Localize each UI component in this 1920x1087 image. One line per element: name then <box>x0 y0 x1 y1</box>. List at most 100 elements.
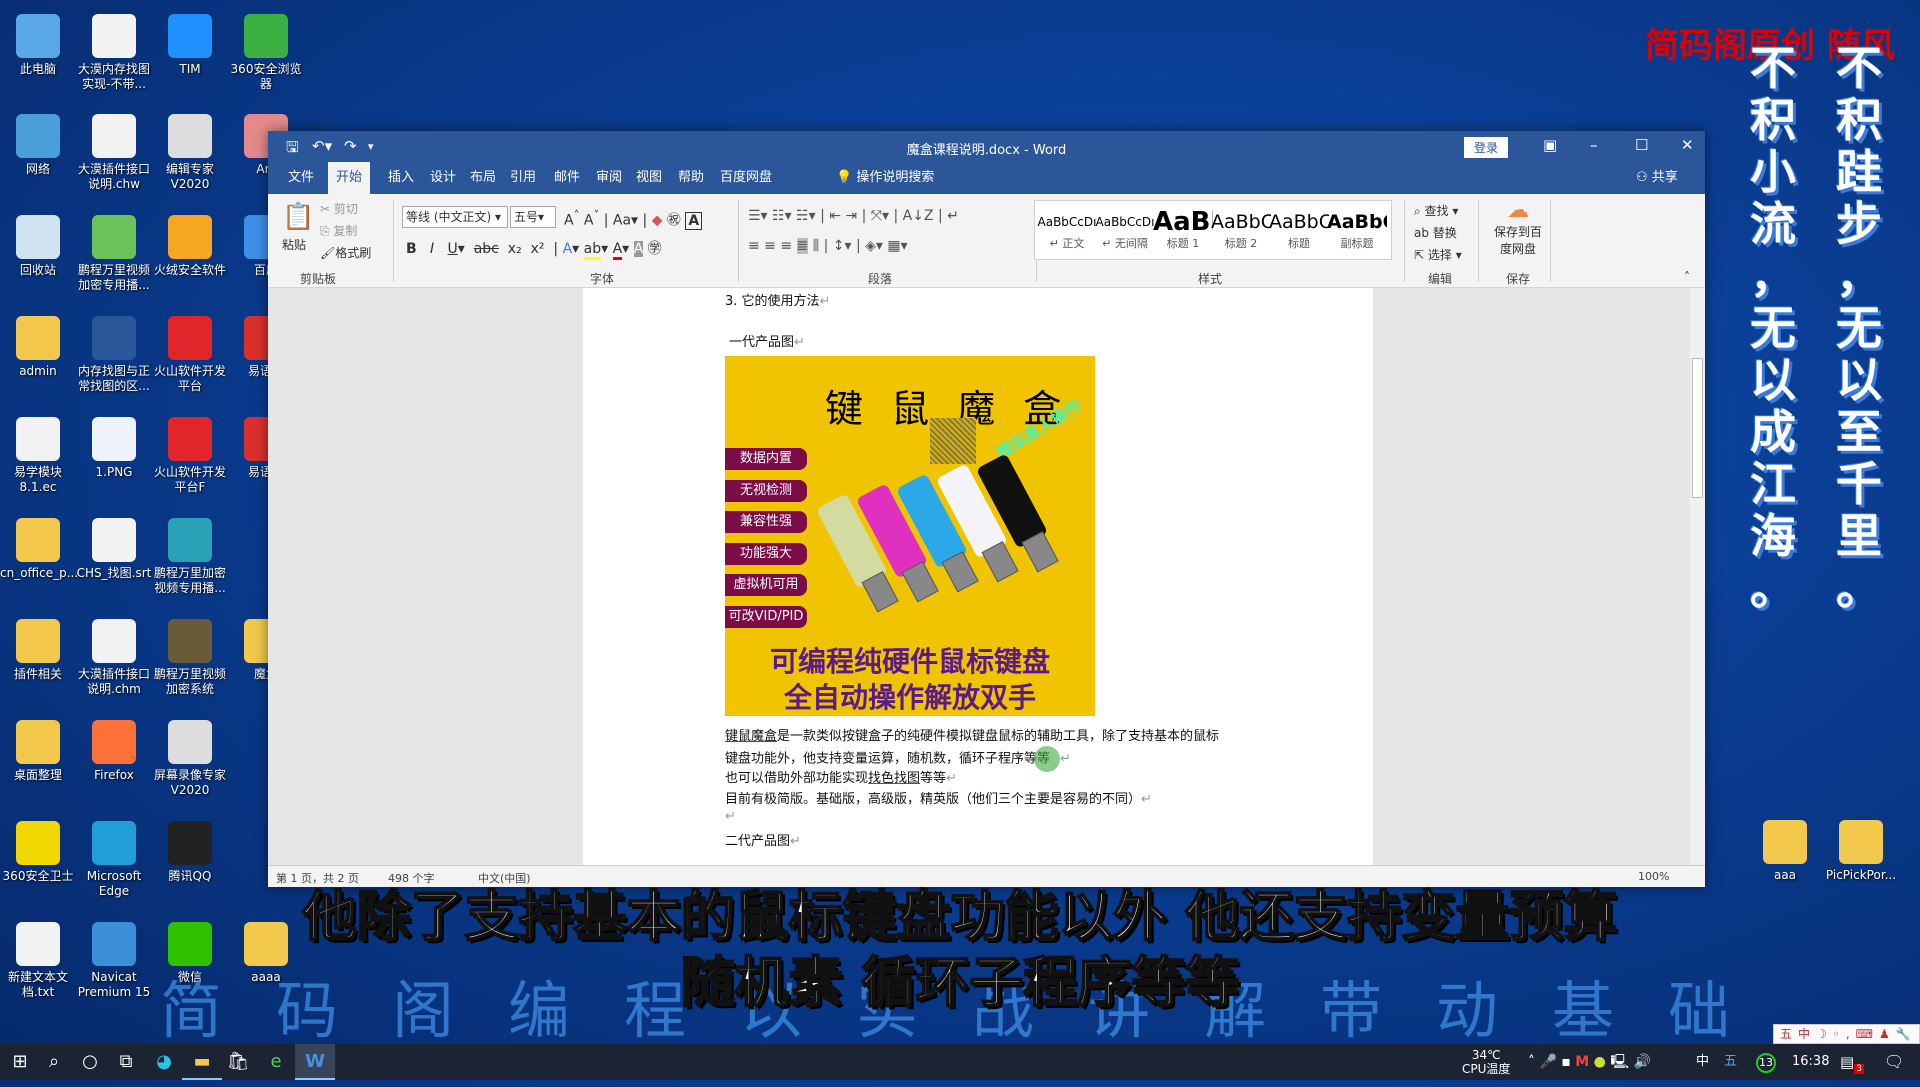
find-color-link[interactable]: 找色找图 <box>868 771 920 786</box>
tab-5[interactable]: 引用 <box>502 162 544 194</box>
font-format-buttons[interactable]: B I U▾ abc x₂ x² | A▾ ab▾ A▾ A ㊫ <box>406 238 662 260</box>
cortana-icon[interactable]: ○ <box>70 1044 110 1080</box>
tab-0[interactable]: 文件 <box>280 162 322 194</box>
tray-icons[interactable]: ˄ 🎤 ▪ M ● 🖳 🔊 <box>1528 1044 1651 1080</box>
app-icon <box>16 417 60 461</box>
vertical-scrollbar[interactable] <box>1690 288 1705 865</box>
tab-7[interactable]: 审阅 <box>588 162 630 194</box>
document-page[interactable]: 3. 它的使用方法↵ 一代产品图↵ 键 鼠 魔 盒 数据内置 无视检测 兼容性强 功能… <box>583 288 1373 865</box>
app-icon <box>92 316 136 360</box>
app-icon <box>244 14 288 58</box>
task-view-icon[interactable]: ⧉ <box>106 1044 146 1080</box>
search-icon[interactable]: ⌕ <box>34 1044 74 1080</box>
format-painter-button[interactable]: 🖌格式刷 <box>320 244 371 261</box>
file-explorer-icon[interactable]: ▬ <box>182 1044 222 1080</box>
poem-char: 不 <box>1750 41 1796 95</box>
desktop-icon[interactable]: 大漠插件接口说明.chm <box>76 619 152 697</box>
desktop-icon-label: 鹏程万里视频加密专用播... <box>77 263 150 292</box>
styles-gallery[interactable]: AaBbCcDı ↵ 正文 AaBbCcDı ↵ 无间隔 AaBl 标题 1 AaBbC 标题… <box>1034 200 1392 260</box>
replace-button[interactable]: ab 替换 <box>1414 224 1457 241</box>
desktop-icon[interactable]: 360安全浏览器 <box>228 14 304 92</box>
tab-10[interactable]: 百度网盘 <box>712 162 780 194</box>
clock[interactable]: 16:38 <box>1792 1044 1829 1080</box>
style-item[interactable]: AaBbC 标题 <box>1269 201 1329 259</box>
app-icon <box>168 417 212 461</box>
desktop-icon[interactable]: 火山软件开发平台 <box>152 316 228 394</box>
paragraph-mark: ↵ <box>1141 792 1152 807</box>
desktop-icon-label: 内存找图与正常找图的区... <box>77 364 150 393</box>
collapse-ribbon-icon[interactable]: ˄ <box>1684 270 1690 284</box>
style-name: ↵ 正文 <box>1049 237 1085 250</box>
ime-wubi[interactable]: 五 <box>1724 1044 1737 1080</box>
tab-2[interactable]: 插入 <box>380 162 422 194</box>
font-tools[interactable]: A˄ A˅ | Aa▾ | ◆ ㊗ A <box>564 208 703 230</box>
select-button[interactable]: ⇱ 选择 ▾ <box>1414 246 1462 263</box>
alignment-buttons[interactable]: ≡ ≡ ≡ ≣ ⫼ | ↕▾ | ◈▾ ▦▾ <box>748 238 908 254</box>
desktop-icon[interactable]: 1.PNG <box>76 417 152 480</box>
desktop-icon[interactable]: 鹏程万里视频加密专用播... <box>76 215 152 293</box>
store-icon[interactable]: 🛍 <box>218 1044 258 1080</box>
tab-4[interactable]: 布局 <box>462 162 504 194</box>
desktop-icon[interactable]: 内存找图与正常找图的区... <box>76 316 152 394</box>
desktop-icon[interactable]: 大漠内存找图实现-不带... <box>76 14 152 92</box>
share-button[interactable]: ⚇ 共享 <box>1628 162 1686 194</box>
ime-toolbar[interactable]: 五中☽◦,⌨♟🔧 <box>1773 1024 1920 1044</box>
style-item[interactable]: AaBbC 副标题 <box>1327 201 1387 259</box>
paste-icon[interactable]: 📋 <box>282 202 314 232</box>
desktop-icon[interactable]: Firefox <box>76 720 152 783</box>
tell-me-search[interactable]: 💡 操作说明搜索 <box>828 162 942 194</box>
style-item[interactable]: AaBl 标题 1 <box>1153 201 1213 259</box>
scrollbar-thumb[interactable] <box>1692 358 1703 498</box>
ime-language[interactable]: 中 <box>1696 1044 1709 1080</box>
desktop-icon[interactable]: 编辑专家V2020 <box>152 114 228 192</box>
font-size-select[interactable]: 五号▾ <box>510 206 556 228</box>
style-item[interactable]: AaBbCcDı ↵ 正文 <box>1037 201 1097 259</box>
copy-label: 复制 <box>333 224 358 238</box>
desktop-icon[interactable]: TIM <box>152 14 228 77</box>
desktop-icon[interactable]: cn_office_p... <box>0 518 78 581</box>
product-image[interactable]: 键 鼠 魔 盒 数据内置 无视检测 兼容性强 功能强大 虚拟机可用 可改VID/PID 模… <box>725 356 1095 716</box>
desktop-icon[interactable]: 桌面整理 <box>0 720 76 783</box>
desktop-icon[interactable]: 鹏程万里视频加密系统 <box>152 619 228 697</box>
tab-9[interactable]: 帮助 <box>670 162 712 194</box>
action-center-icon[interactable]: 🗨 <box>1884 1044 1904 1080</box>
close-button[interactable]: ✕ <box>1681 136 1694 154</box>
security-badge[interactable]: 13 <box>1756 1053 1776 1073</box>
desktop-icon[interactable]: 屏幕录像专家V2020 <box>152 720 228 798</box>
desktop-icon[interactable]: 易学模块8.1.ec <box>0 417 76 495</box>
desktop-icon[interactable]: 回收站 <box>0 215 76 278</box>
desktop-icon[interactable]: 鹏程万里加密视频专用播... <box>152 518 228 596</box>
style-item[interactable]: AaBbCcDı ↵ 无间隔 <box>1095 201 1155 259</box>
ribbon-display-icon[interactable]: ▣ <box>1543 136 1557 154</box>
login-button[interactable]: 登录 <box>1464 137 1509 158</box>
tab-8[interactable]: 视图 <box>628 162 670 194</box>
tab-6[interactable]: 邮件 <box>546 162 588 194</box>
browser-360-icon[interactable]: e <box>256 1044 296 1080</box>
notes-icon[interactable]: ▤ 3 <box>1840 1044 1864 1087</box>
find-button[interactable]: ⌕ 查找 ▾ <box>1414 202 1458 219</box>
maximize-button[interactable]: ☐ <box>1635 136 1648 154</box>
save-to-baidu-button[interactable]: ☁ 保存到百度网盘 <box>1490 198 1546 257</box>
copy-button[interactable]: ⎘ 复制 <box>320 222 357 239</box>
desktop-icon[interactable]: admin <box>0 316 76 379</box>
desktop-icon[interactable]: 网络 <box>0 114 76 177</box>
desktop-icon[interactable]: 此电脑 <box>0 14 76 77</box>
cut-button[interactable]: ✂ 剪切 <box>320 200 358 217</box>
tab-3[interactable]: 设计 <box>422 162 464 194</box>
poem-char: 里 <box>1836 509 1882 563</box>
desktop-icon[interactable]: 大漠插件接口说明.chw <box>76 114 152 192</box>
desktop-icon-label: 插件相关 <box>13 667 62 681</box>
keymouse-box-link[interactable]: 键鼠魔盒 <box>725 729 777 744</box>
tab-1[interactable]: 开始 <box>328 162 371 194</box>
word-taskbar-icon[interactable]: W <box>295 1044 335 1080</box>
style-item[interactable]: AaBbC 标题 2 <box>1211 201 1271 259</box>
paste-button[interactable]: 粘贴 <box>282 236 306 253</box>
font-name-select[interactable]: 等线 (中文正文) ▾ <box>402 206 508 228</box>
desktop-icon[interactable]: 火绒安全软件 <box>152 215 228 278</box>
edge-icon[interactable]: ◕ <box>144 1044 184 1080</box>
list-buttons[interactable]: ☰▾ ☷▾ ☵▾ | ⇤ ⇥ | ⤧▾ | A↓Z | ↵ <box>748 208 959 224</box>
desktop-icon[interactable]: 插件相关 <box>0 619 76 682</box>
desktop-icon[interactable]: 火山软件开发平台F <box>152 417 228 495</box>
minimize-button[interactable]: – <box>1590 136 1598 154</box>
desktop-icon[interactable]: CHS_找图.srt <box>76 518 152 581</box>
